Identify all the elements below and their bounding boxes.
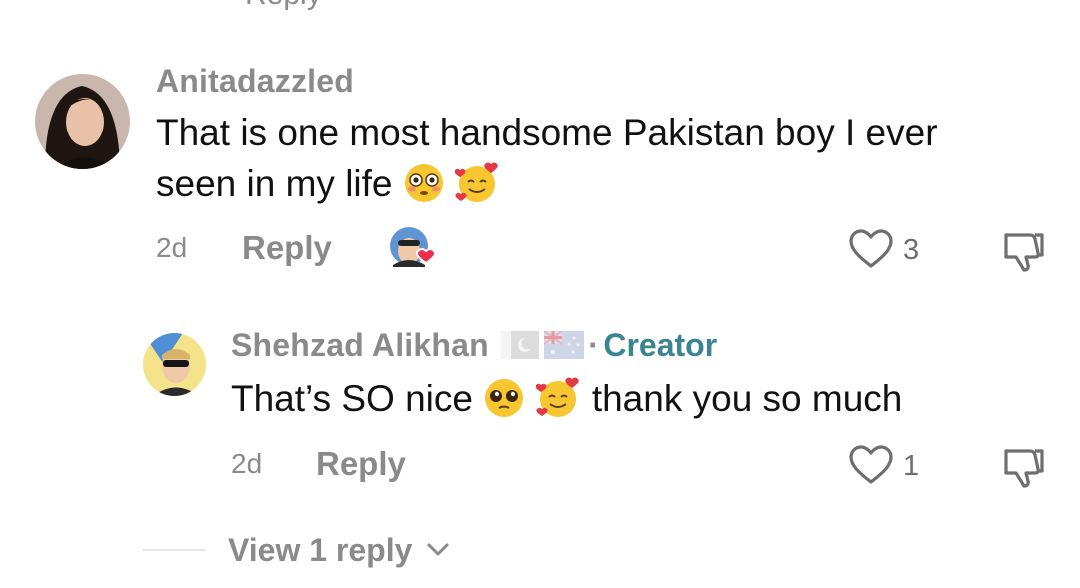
pakistan-flag-icon bbox=[501, 331, 540, 364]
chevron-down-icon bbox=[427, 543, 449, 556]
comment-text-line2: seen in my life bbox=[156, 158, 501, 210]
reply-text-before: That’s SO nice bbox=[231, 378, 473, 419]
reply-reply-button[interactable]: Reply bbox=[316, 445, 406, 483]
view-replies-divider bbox=[143, 549, 205, 551]
comment-reply-button[interactable]: Reply bbox=[242, 229, 332, 267]
thumbs-down-icon[interactable] bbox=[1005, 0, 1039, 8]
comment-dislike-thumbs-down-icon[interactable] bbox=[1002, 229, 1046, 273]
reply-text-after: thank you so much bbox=[591, 378, 903, 419]
comment-like-heart-icon[interactable] bbox=[848, 228, 894, 270]
smiling-face-with-hearts-emoji-icon bbox=[535, 377, 579, 417]
comment-like-count: 3 bbox=[903, 234, 920, 266]
reply-header-separator: · bbox=[588, 327, 599, 363]
flushed-face-emoji-icon bbox=[404, 164, 443, 202]
reply-like-heart-icon[interactable] bbox=[848, 444, 894, 486]
avatar[interactable] bbox=[35, 74, 130, 169]
creator-badge: Creator bbox=[603, 327, 718, 363]
view-replies-button[interactable]: View 1 reply bbox=[228, 532, 451, 569]
australia-flag-icon bbox=[543, 330, 584, 364]
creator-liked-indicator bbox=[388, 225, 443, 270]
reply-like-count: 1 bbox=[903, 450, 920, 482]
view-replies-label: View 1 reply bbox=[228, 532, 413, 568]
reply-timestamp: 2d bbox=[231, 448, 263, 479]
reply-header: Shehzad Alikhan · Creator bbox=[231, 327, 717, 364]
comment-timestamp: 2d bbox=[156, 232, 188, 263]
reply-dislike-thumbs-down-icon[interactable] bbox=[1002, 445, 1046, 489]
reply-username[interactable]: Shehzad Alikhan bbox=[231, 327, 489, 363]
comment-text-line2-text: seen in my life bbox=[156, 163, 393, 204]
previous-reply-button-partial[interactable]: Reply bbox=[245, 0, 322, 12]
smiling-face-with-hearts-emoji-icon bbox=[455, 162, 498, 202]
pleading-face-emoji-icon bbox=[485, 379, 524, 417]
creator-liked-avatar-icon bbox=[390, 227, 436, 267]
reply-text: That’s SO nice thank you so much bbox=[231, 373, 902, 425]
reply-avatar[interactable] bbox=[143, 333, 206, 396]
heart-icon[interactable] bbox=[858, 0, 888, 6]
comment-username[interactable]: Anitadazzled bbox=[156, 63, 354, 100]
comment-text-line1: That is one most handsome Pakistan boy I… bbox=[156, 112, 938, 153]
